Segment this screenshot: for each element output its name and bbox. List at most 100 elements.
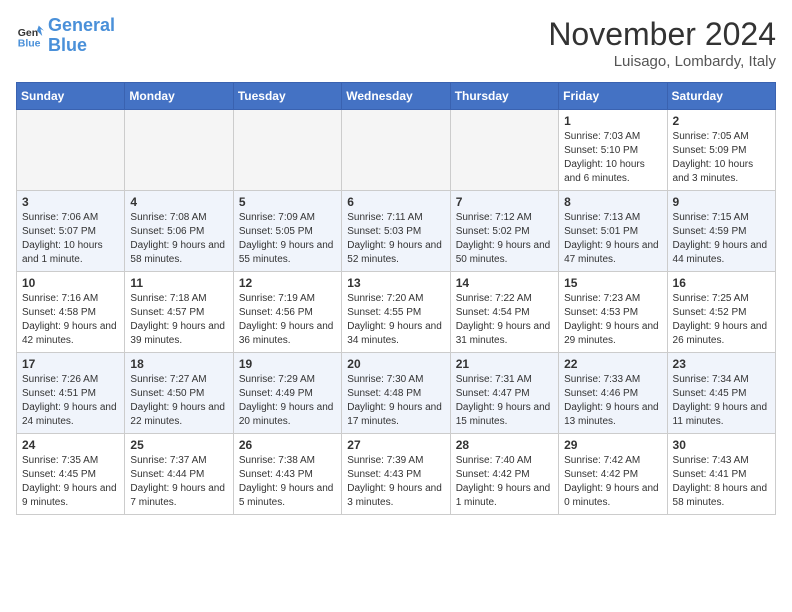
day-number: 13	[347, 276, 444, 290]
calendar-cell: 27 Sunrise: 7:39 AM Sunset: 4:43 PM Dayli…	[342, 434, 450, 515]
calendar-cell: 24 Sunrise: 7:35 AM Sunset: 4:45 PM Dayli…	[17, 434, 125, 515]
weekday-header: Monday	[125, 83, 233, 110]
day-info: Sunrise: 7:33 AM Sunset: 4:46 PM Dayligh…	[564, 373, 661, 429]
day-number: 1	[564, 114, 661, 128]
calendar-cell: 1 Sunrise: 7:03 AM Sunset: 5:10 PM Daylig…	[559, 110, 667, 191]
calendar-cell: 10 Sunrise: 7:16 AM Sunset: 4:58 PM Dayli…	[17, 272, 125, 353]
day-info: Sunrise: 7:06 AM Sunset: 5:07 PM Dayligh…	[22, 211, 119, 267]
day-number: 4	[130, 195, 227, 209]
day-info: Sunrise: 7:22 AM Sunset: 4:54 PM Dayligh…	[456, 292, 553, 348]
calendar-cell: 4 Sunrise: 7:08 AM Sunset: 5:06 PM Daylig…	[125, 191, 233, 272]
day-info: Sunrise: 7:08 AM Sunset: 5:06 PM Dayligh…	[130, 211, 227, 267]
day-info: Sunrise: 7:20 AM Sunset: 4:55 PM Dayligh…	[347, 292, 444, 348]
calendar-week-row: 24 Sunrise: 7:35 AM Sunset: 4:45 PM Dayli…	[17, 434, 776, 515]
page-header: Gen Blue General Blue November 2024 Luis…	[16, 16, 776, 70]
logo-line1: General	[48, 15, 115, 35]
day-number: 8	[564, 195, 661, 209]
day-info: Sunrise: 7:34 AM Sunset: 4:45 PM Dayligh…	[673, 373, 770, 429]
day-number: 23	[673, 357, 770, 371]
calendar-cell: 21Sunrise: 7:31 AM Sunset: 4:47 PM Dayli…	[450, 353, 558, 434]
calendar-cell	[17, 110, 125, 191]
day-number: 18	[130, 357, 227, 371]
logo-line2: Blue	[48, 35, 87, 55]
title-block: November 2024 Luisago, Lombardy, Italy	[548, 16, 776, 70]
day-info: Sunrise: 7:40 AM Sunset: 4:42 PM Dayligh…	[456, 454, 553, 510]
calendar-cell: 14Sunrise: 7:22 AM Sunset: 4:54 PM Dayli…	[450, 272, 558, 353]
weekday-header: Saturday	[667, 83, 775, 110]
location: Luisago, Lombardy, Italy	[548, 53, 776, 70]
weekday-header: Sunday	[17, 83, 125, 110]
calendar-week-row: 3 Sunrise: 7:06 AM Sunset: 5:07 PM Daylig…	[17, 191, 776, 272]
day-info: Sunrise: 7:15 AM Sunset: 4:59 PM Dayligh…	[673, 211, 770, 267]
day-info: Sunrise: 7:29 AM Sunset: 4:49 PM Dayligh…	[239, 373, 336, 429]
day-number: 3	[22, 195, 119, 209]
day-number: 21	[456, 357, 553, 371]
day-number: 7	[456, 195, 553, 209]
day-info: Sunrise: 7:09 AM Sunset: 5:05 PM Dayligh…	[239, 211, 336, 267]
calendar-cell: 8Sunrise: 7:13 AM Sunset: 5:01 PM Daylig…	[559, 191, 667, 272]
weekday-header: Tuesday	[233, 83, 341, 110]
svg-text:Blue: Blue	[18, 37, 41, 49]
calendar-cell: 15Sunrise: 7:23 AM Sunset: 4:53 PM Dayli…	[559, 272, 667, 353]
day-number: 17	[22, 357, 119, 371]
day-info: Sunrise: 7:05 AM Sunset: 5:09 PM Dayligh…	[673, 130, 770, 186]
calendar-cell: 30Sunrise: 7:43 AM Sunset: 4:41 PM Dayli…	[667, 434, 775, 515]
day-number: 25	[130, 438, 227, 452]
day-number: 9	[673, 195, 770, 209]
day-info: Sunrise: 7:27 AM Sunset: 4:50 PM Dayligh…	[130, 373, 227, 429]
day-number: 20	[347, 357, 444, 371]
day-info: Sunrise: 7:03 AM Sunset: 5:10 PM Dayligh…	[564, 130, 661, 186]
day-number: 6	[347, 195, 444, 209]
day-number: 26	[239, 438, 336, 452]
calendar-cell: 18 Sunrise: 7:27 AM Sunset: 4:50 PM Dayli…	[125, 353, 233, 434]
calendar-cell: 29Sunrise: 7:42 AM Sunset: 4:42 PM Dayli…	[559, 434, 667, 515]
calendar-cell: 23 Sunrise: 7:34 AM Sunset: 4:45 PM Dayli…	[667, 353, 775, 434]
calendar-cell: 11 Sunrise: 7:18 AM Sunset: 4:57 PM Dayli…	[125, 272, 233, 353]
day-number: 16	[673, 276, 770, 290]
day-info: Sunrise: 7:25 AM Sunset: 4:52 PM Dayligh…	[673, 292, 770, 348]
calendar-cell: 7 Sunrise: 7:12 AM Sunset: 5:02 PM Daylig…	[450, 191, 558, 272]
weekday-header: Friday	[559, 83, 667, 110]
day-info: Sunrise: 7:38 AM Sunset: 4:43 PM Dayligh…	[239, 454, 336, 510]
day-info: Sunrise: 7:39 AM Sunset: 4:43 PM Dayligh…	[347, 454, 444, 510]
day-number: 22	[564, 357, 661, 371]
logo-icon: Gen Blue	[16, 22, 44, 50]
logo-text: General Blue	[48, 16, 115, 56]
day-number: 10	[22, 276, 119, 290]
calendar-cell: 13 Sunrise: 7:20 AM Sunset: 4:55 PM Dayli…	[342, 272, 450, 353]
calendar: SundayMondayTuesdayWednesdayThursdayFrid…	[16, 82, 776, 515]
calendar-cell: 5 Sunrise: 7:09 AM Sunset: 5:05 PM Daylig…	[233, 191, 341, 272]
calendar-cell: 26 Sunrise: 7:38 AM Sunset: 4:43 PM Dayli…	[233, 434, 341, 515]
day-info: Sunrise: 7:37 AM Sunset: 4:44 PM Dayligh…	[130, 454, 227, 510]
day-info: Sunrise: 7:35 AM Sunset: 4:45 PM Dayligh…	[22, 454, 119, 510]
calendar-week-row: 1 Sunrise: 7:03 AM Sunset: 5:10 PM Daylig…	[17, 110, 776, 191]
calendar-week-row: 17 Sunrise: 7:26 AM Sunset: 4:51 PM Dayli…	[17, 353, 776, 434]
weekday-header: Thursday	[450, 83, 558, 110]
day-number: 27	[347, 438, 444, 452]
weekday-header: Wednesday	[342, 83, 450, 110]
logo: Gen Blue General Blue	[16, 16, 115, 56]
day-info: Sunrise: 7:16 AM Sunset: 4:58 PM Dayligh…	[22, 292, 119, 348]
day-info: Sunrise: 7:11 AM Sunset: 5:03 PM Dayligh…	[347, 211, 444, 267]
day-number: 28	[456, 438, 553, 452]
day-number: 5	[239, 195, 336, 209]
calendar-cell	[125, 110, 233, 191]
day-number: 24	[22, 438, 119, 452]
calendar-cell	[342, 110, 450, 191]
day-info: Sunrise: 7:43 AM Sunset: 4:41 PM Dayligh…	[673, 454, 770, 510]
day-info: Sunrise: 7:18 AM Sunset: 4:57 PM Dayligh…	[130, 292, 227, 348]
calendar-week-row: 10 Sunrise: 7:16 AM Sunset: 4:58 PM Dayli…	[17, 272, 776, 353]
day-number: 11	[130, 276, 227, 290]
month-title: November 2024	[548, 16, 776, 53]
weekday-header-row: SundayMondayTuesdayWednesdayThursdayFrid…	[17, 83, 776, 110]
day-number: 2	[673, 114, 770, 128]
calendar-cell: 3 Sunrise: 7:06 AM Sunset: 5:07 PM Daylig…	[17, 191, 125, 272]
day-info: Sunrise: 7:12 AM Sunset: 5:02 PM Dayligh…	[456, 211, 553, 267]
calendar-cell: 20Sunrise: 7:30 AM Sunset: 4:48 PM Dayli…	[342, 353, 450, 434]
day-number: 15	[564, 276, 661, 290]
day-info: Sunrise: 7:26 AM Sunset: 4:51 PM Dayligh…	[22, 373, 119, 429]
calendar-cell	[233, 110, 341, 191]
day-number: 12	[239, 276, 336, 290]
calendar-cell: 12Sunrise: 7:19 AM Sunset: 4:56 PM Dayli…	[233, 272, 341, 353]
calendar-cell: 25 Sunrise: 7:37 AM Sunset: 4:44 PM Dayli…	[125, 434, 233, 515]
